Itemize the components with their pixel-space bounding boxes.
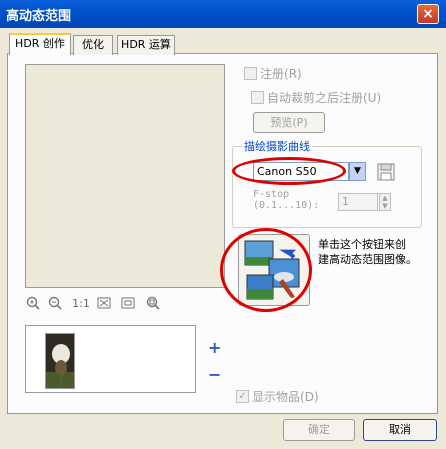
remove-image-button[interactable]: − [208,365,221,384]
create-hdr-hint: 单击这个按钮来创 建高动态范围图像。 [318,238,417,266]
register-checkbox[interactable] [244,67,257,80]
preview-area [25,64,225,288]
window-title: 高动态范围 [6,9,72,24]
zoom-region-icon[interactable] [145,296,161,312]
camera-curve-group-label: 描绘摄影曲线 [242,138,312,154]
close-button[interactable]: × [417,4,439,24]
zoom-out-icon[interactable] [47,296,63,312]
tab-optimize[interactable]: 优化 [73,35,113,55]
fstop-spinner[interactable]: ▲ ▼ [379,193,391,211]
auto-crop-checkbox[interactable] [251,91,264,104]
show-items-checkbox[interactable]: ✓ [236,390,249,403]
ok-button[interactable]: 确定 [283,419,355,441]
tab-hdr-compute[interactable]: HDR 运算 [117,35,175,55]
show-items-label: 显示物品(D) [252,390,319,404]
highlight-oval-hdr [220,228,312,312]
zoom-in-icon[interactable] [25,296,41,312]
save-curve-icon[interactable] [376,162,396,182]
tab-hdr-create[interactable]: HDR 创作 [9,33,71,55]
fit-window-icon[interactable] [96,296,112,312]
chevron-down-icon[interactable]: ▼ [349,162,366,181]
cancel-button[interactable]: 取消 [363,419,437,441]
highlight-oval-camera [232,157,346,185]
add-image-button[interactable]: + [208,338,221,357]
source-image-thumbnail[interactable] [45,333,75,389]
fullscreen-icon[interactable] [120,296,136,312]
fstop-input[interactable]: 1 [338,193,378,211]
register-label: 注册(R) [260,67,302,81]
actual-size-button[interactable]: 1:1 [70,296,92,312]
auto-crop-label: 自动裁剪之后注册(U) [267,91,382,105]
fstop-label: F-stop (0.1...10): [253,189,320,211]
preview-button[interactable]: 预览(P) [253,112,325,133]
